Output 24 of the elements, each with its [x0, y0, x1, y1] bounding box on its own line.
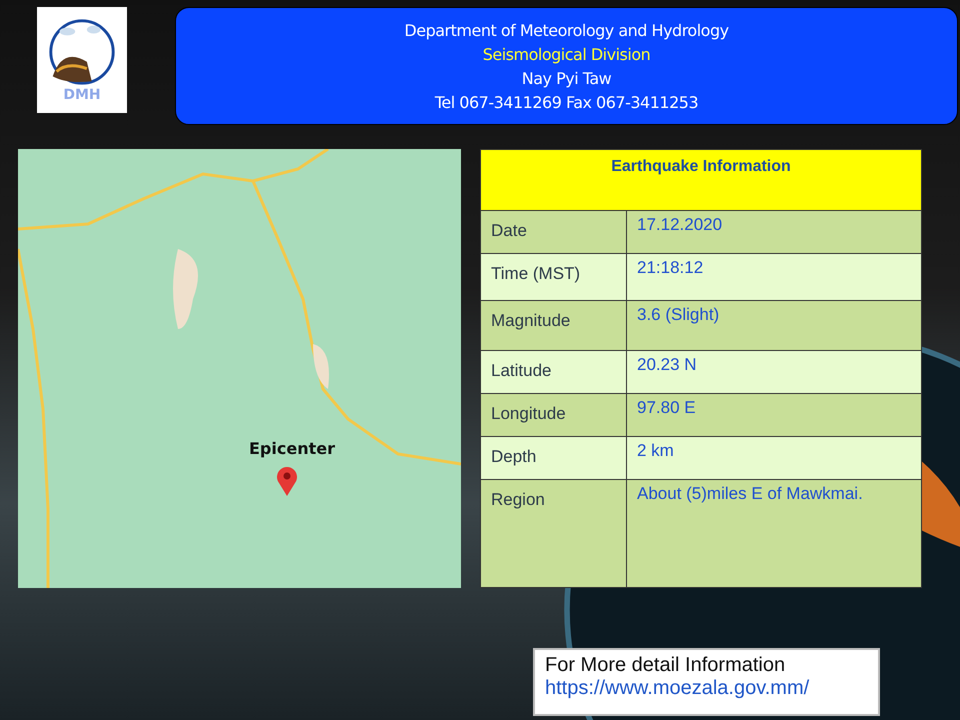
table-cell-text: 20.23 N [636, 354, 698, 376]
table-cell-text: 21:18:12 [636, 257, 704, 279]
table-cell: Date [481, 211, 627, 253]
table-cell: Time (MST) [481, 254, 627, 300]
table-cell-text: 17.12.2020 [636, 214, 724, 236]
table-cell: Magnitude [481, 301, 627, 350]
table-cell-text: 2 km [636, 440, 675, 462]
header-text: Nay Pyi Taw [522, 68, 612, 88]
logo-text: DMH [63, 87, 101, 103]
info-text: For More detail Information [545, 654, 786, 677]
table-cell: Longitude [481, 394, 627, 436]
header-text: Tel 067-3411269 Fax 067-3411253 [434, 92, 698, 112]
table-cell-text: About (5)miles E of Mawkmai. [636, 483, 864, 505]
epicenter-label: Epicenter [249, 439, 335, 458]
header-text: Seismological Division [482, 44, 650, 64]
map-pin-icon [276, 466, 298, 496]
table-cell: Depth [481, 437, 627, 479]
table-cell-text: 97.80 E [636, 397, 697, 419]
header-text: Department of Meteorology and Hydrology [404, 20, 729, 40]
website-link[interactable]: https://www.moezala.gov.mm/ [545, 677, 868, 700]
table-cell-text: 3.6 (Slight) [636, 304, 720, 326]
table-title: Earthquake Information [481, 150, 921, 211]
table-cell: Latitude [481, 351, 627, 393]
table-cell: Region [481, 480, 627, 587]
